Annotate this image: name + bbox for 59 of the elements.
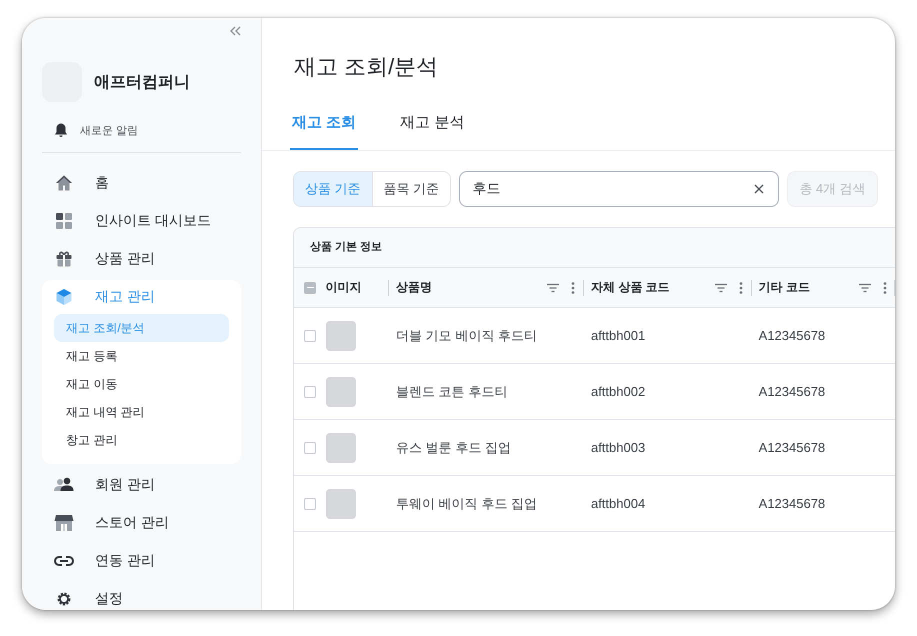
- product-photo-placeholder: [326, 432, 356, 462]
- nav-item[interactable]: 스토어 관리: [42, 504, 241, 542]
- settings-icon: [55, 590, 73, 608]
- subnav-item[interactable]: 재고 내역 관리: [54, 398, 229, 426]
- home-icon: [55, 174, 73, 192]
- nav-item[interactable]: 설정: [42, 580, 241, 610]
- nav-item[interactable]: 홈: [42, 164, 241, 202]
- row-checkbox[interactable]: [304, 442, 316, 454]
- nav-item[interactable]: 회원 관리: [42, 466, 241, 504]
- table-cell: afttbh001: [590, 328, 646, 343]
- subnav-item[interactable]: 재고 등록: [54, 342, 229, 370]
- filter-icon[interactable]: [859, 282, 871, 292]
- company-name: 애프터컴퍼니: [94, 72, 190, 92]
- tab[interactable]: 재고 분석: [398, 108, 466, 150]
- nav-item[interactable]: 인사이트 대시보드: [42, 202, 241, 240]
- table-cell: A12345678: [758, 384, 826, 399]
- notification-link[interactable]: 새로운 알림: [80, 122, 138, 138]
- product-photo-placeholder: [326, 488, 356, 518]
- collapse-icon[interactable]: [229, 26, 241, 36]
- row-checkbox[interactable]: [304, 498, 316, 510]
- more-icon[interactable]: [738, 282, 743, 294]
- people-icon: [54, 476, 74, 494]
- gift-icon: [55, 250, 73, 268]
- dashboard-grid-icon: [55, 212, 73, 230]
- column-header: 상품명: [396, 279, 432, 296]
- column-header: 자체 상품 코드: [590, 279, 670, 296]
- table-cell: 블렌드 코튼 후드티: [396, 382, 508, 400]
- table-cell: afttbh003: [590, 440, 646, 455]
- filter-icon[interactable]: [714, 282, 727, 292]
- table-cell: A12345678: [758, 328, 826, 343]
- product-photo-placeholder: [326, 320, 356, 350]
- bell-icon: [54, 122, 68, 138]
- more-icon[interactable]: [570, 282, 575, 294]
- nav-item[interactable]: 연동 관리: [42, 542, 241, 580]
- table-cell: afttbh004: [590, 496, 646, 511]
- row-checkbox[interactable]: [304, 386, 316, 398]
- more-icon[interactable]: [883, 282, 887, 294]
- filter-icon[interactable]: [546, 282, 559, 292]
- search-field[interactable]: 후드: [459, 171, 780, 207]
- table-cell: afttbh002: [590, 384, 646, 399]
- cube-icon: [55, 288, 73, 306]
- table-cell: 유스 벌룬 후드 집업: [396, 438, 511, 456]
- table-cell: A12345678: [758, 496, 826, 511]
- column-header: 기타 코드: [758, 279, 810, 296]
- subnav-item[interactable]: 창고 관리: [54, 426, 229, 454]
- row-checkbox[interactable]: [304, 330, 316, 342]
- select-all-checkbox[interactable]: [304, 282, 316, 294]
- subnav-item[interactable]: 재고 이동: [54, 370, 229, 398]
- table-cell: A12345678: [758, 440, 826, 455]
- table-cell: 더블 기모 베이직 후드티: [396, 326, 537, 344]
- nav-item[interactable]: 상품 관리: [42, 240, 241, 278]
- page-title: 재고 조회/분석: [293, 53, 440, 81]
- clear-icon[interactable]: [754, 184, 764, 194]
- table-cell: 투웨이 베이직 후드 집업: [396, 494, 537, 512]
- column-header: 이미지: [326, 279, 362, 296]
- toggle-option[interactable]: 품목 기준: [372, 172, 450, 206]
- group-header: 상품 기본 정보: [294, 228, 895, 268]
- product-photo-placeholder: [326, 376, 356, 406]
- store-icon: [54, 514, 74, 532]
